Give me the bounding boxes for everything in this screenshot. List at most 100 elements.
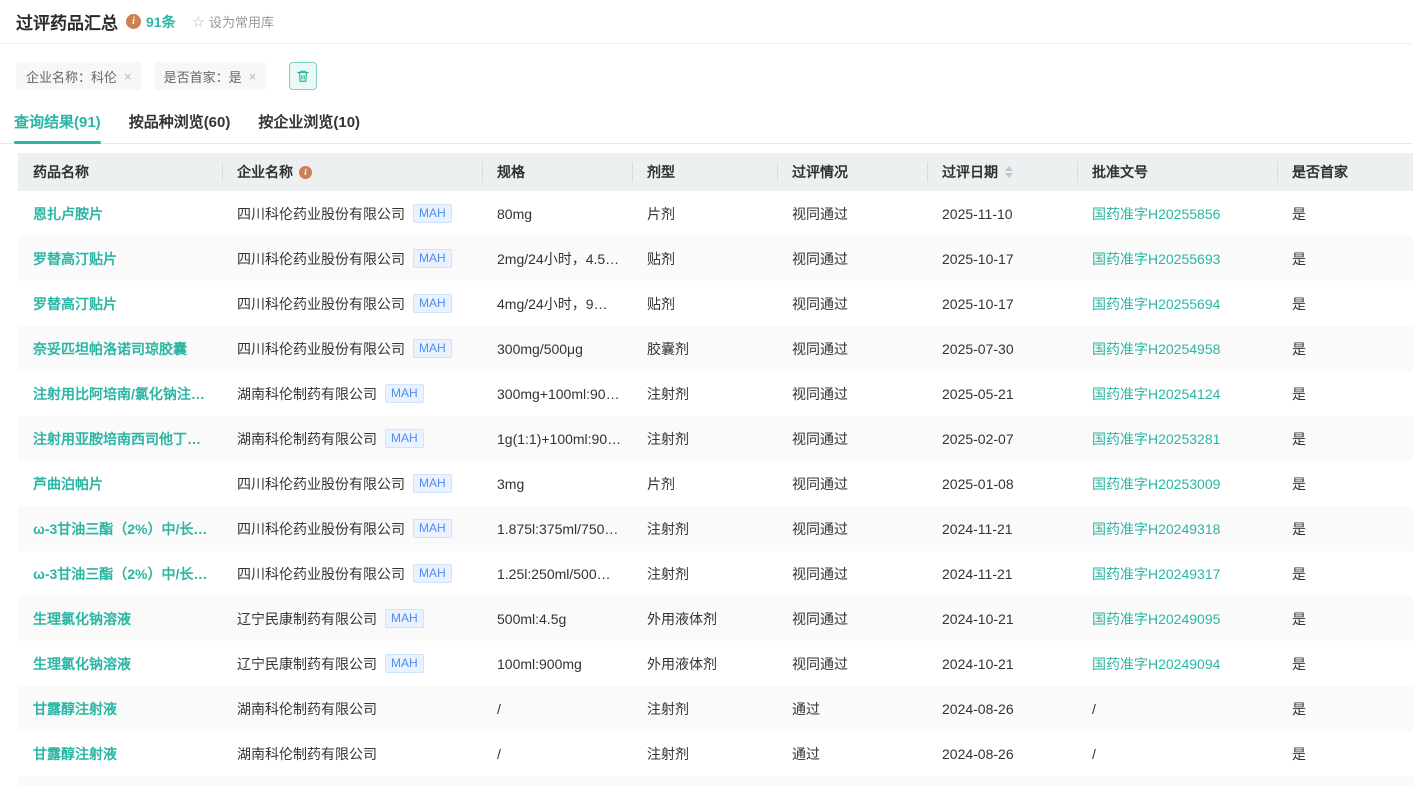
status-cell: 通过 <box>777 731 927 776</box>
date-cell: 2024-10-21 <box>927 641 1077 686</box>
is-first-cell: 是 <box>1277 371 1413 416</box>
drug-name-link[interactable]: 罗替高汀贴片 <box>33 294 117 314</box>
tab-by-variety[interactable]: 按品种浏览(60) <box>129 107 231 143</box>
close-icon[interactable]: × <box>124 69 132 84</box>
is-first-cell: 是 <box>1277 461 1413 506</box>
company-name: 四川科伦药业股份有限公司 <box>237 294 405 314</box>
status-cell: 视同通过 <box>777 236 927 281</box>
drug-name-link[interactable]: 注射用亚胺培南西司他丁… <box>33 429 201 449</box>
filter-tag-label: 企业名称：科伦 <box>26 67 117 86</box>
status-cell: 视同通过 <box>777 371 927 416</box>
approval-number-link[interactable]: 国药准字H20249095 <box>1092 609 1220 629</box>
mah-badge: MAH <box>413 294 452 313</box>
close-icon[interactable]: × <box>249 69 257 84</box>
approval-number-link[interactable]: 国药准字H20255693 <box>1092 249 1220 269</box>
mah-badge: MAH <box>413 519 452 538</box>
drug-name-link[interactable]: 甘露醇注射液 <box>33 744 117 764</box>
spec-cell: 1.25l:250ml/500… <box>482 551 632 596</box>
is-first-cell: 是 <box>1277 281 1413 326</box>
dosage-form-cell: 注射剂 <box>632 731 777 776</box>
table-row: 注射用比阿培南/氯化钠注… 湖南科伦制药有限公司 MAH 300mg+100ml… <box>18 371 1413 416</box>
dosage-form-cell: 胶囊剂 <box>632 326 777 371</box>
mah-badge: MAH <box>413 474 452 493</box>
column-header-drug-name: 药品名称 <box>18 153 222 191</box>
trash-icon <box>296 69 310 83</box>
company-name: 湖南科伦制药有限公司 <box>237 384 377 404</box>
dosage-form-cell: 贴剂 <box>632 281 777 326</box>
company-name: 辽宁民康制药有限公司 <box>237 654 377 674</box>
table-row: ω-3甘油三酯（2%）中/长… 四川科伦药业股份有限公司 MAH 1.25l:2… <box>18 551 1413 596</box>
column-header-spec: 规格 <box>482 153 632 191</box>
company-name: 四川科伦药业股份有限公司 <box>237 519 405 539</box>
title-bar: 过评药品汇总 i 91条 ☆ 设为常用库 <box>0 0 1413 44</box>
column-header-dosage-form: 剂型 <box>632 153 777 191</box>
table-row: 注射用亚胺培南西司他丁… 湖南科伦制药有限公司 MAH 1g(1:1)+100m… <box>18 416 1413 461</box>
drug-name-link[interactable]: 奈妥匹坦帕洛诺司琼胶囊 <box>33 339 187 359</box>
status-cell: 视同通过 <box>777 281 927 326</box>
tab-query-results[interactable]: 查询结果(91) <box>14 107 101 143</box>
approval-number-link[interactable]: 国药准字H20253009 <box>1092 474 1220 494</box>
is-first-cell: 是 <box>1277 191 1413 236</box>
dosage-form-cell: 注射剂 <box>632 371 777 416</box>
partial-next-row <box>18 776 1413 786</box>
dosage-form-cell: 注射剂 <box>632 551 777 596</box>
approval-number-link[interactable]: 国药准字H20255856 <box>1092 204 1220 224</box>
column-header-status: 过评情况 <box>777 153 927 191</box>
drug-name-link[interactable]: 生理氯化钠溶液 <box>33 609 131 629</box>
drug-name-link[interactable]: 生理氯化钠溶液 <box>33 654 131 674</box>
dosage-form-cell: 外用液体剂 <box>632 641 777 686</box>
status-cell: 视同通过 <box>777 461 927 506</box>
info-icon[interactable]: i <box>299 166 312 179</box>
approval-number-link[interactable]: 国药准字H20254958 <box>1092 339 1220 359</box>
column-header-approval-no: 批准文号 <box>1077 153 1277 191</box>
approval-number-link[interactable]: 国药准字H20254124 <box>1092 384 1220 404</box>
drug-name-link[interactable]: 恩扎卢胺片 <box>33 204 103 224</box>
approval-number-link[interactable]: 国药准字H20249094 <box>1092 654 1220 674</box>
is-first-cell: 是 <box>1277 236 1413 281</box>
drug-name-link[interactable]: ω-3甘油三酯（2%）中/长… <box>33 519 207 539</box>
status-cell: 视同通过 <box>777 191 927 236</box>
status-cell: 视同通过 <box>777 416 927 461</box>
dosage-form-cell: 外用液体剂 <box>632 596 777 641</box>
dosage-form-cell: 贴剂 <box>632 236 777 281</box>
drug-name-link[interactable]: 芦曲泊帕片 <box>33 474 103 494</box>
table-row: 甘露醇注射液 湖南科伦制药有限公司 / 注射剂 通过 2024-08-26 / … <box>18 686 1413 731</box>
dosage-form-cell: 片剂 <box>632 191 777 236</box>
date-cell: 2025-05-21 <box>927 371 1077 416</box>
is-first-cell: 是 <box>1277 686 1413 731</box>
status-cell: 视同通过 <box>777 596 927 641</box>
dosage-form-cell: 注射剂 <box>632 416 777 461</box>
table-row: 罗替高汀贴片 四川科伦药业股份有限公司 MAH 2mg/24小时，4.5… 贴剂… <box>18 236 1413 281</box>
sort-icon[interactable] <box>1005 166 1013 178</box>
approval-number-link[interactable]: 国药准字H20253281 <box>1092 429 1220 449</box>
approval-number-link[interactable]: 国药准字H20249317 <box>1092 564 1220 584</box>
set-favorite-button[interactable]: ☆ 设为常用库 <box>192 12 274 31</box>
date-cell: 2025-11-10 <box>927 191 1077 236</box>
drug-name-link[interactable]: ω-3甘油三酯（2%）中/长… <box>33 564 207 584</box>
date-cell: 2025-01-08 <box>927 461 1077 506</box>
tab-by-company[interactable]: 按企业浏览(10) <box>258 107 360 143</box>
is-first-cell: 是 <box>1277 416 1413 461</box>
tab-bar: 查询结果(91) 按品种浏览(60) 按企业浏览(10) <box>0 107 1413 144</box>
mah-badge: MAH <box>385 609 424 628</box>
spec-cell: / <box>482 686 632 731</box>
dosage-form-cell: 注射剂 <box>632 506 777 551</box>
date-cell: 2025-02-07 <box>927 416 1077 461</box>
column-header-date[interactable]: 过评日期 <box>927 153 1077 191</box>
drug-name-link[interactable]: 罗替高汀贴片 <box>33 249 117 269</box>
clear-filters-button[interactable] <box>289 62 317 90</box>
drug-name-link[interactable]: 甘露醇注射液 <box>33 699 117 719</box>
company-name: 四川科伦药业股份有限公司 <box>237 474 405 494</box>
table-header-row: 药品名称 企业名称 i 规格 剂型 过评情况 过评日期 批准文 <box>18 153 1413 191</box>
date-cell: 2024-10-21 <box>927 596 1077 641</box>
drug-name-link[interactable]: 注射用比阿培南/氯化钠注… <box>33 384 205 404</box>
approval-number-link[interactable]: 国药准字H20249318 <box>1092 519 1220 539</box>
table-row: ω-3甘油三酯（2%）中/长… 四川科伦药业股份有限公司 MAH 1.875l:… <box>18 506 1413 551</box>
dosage-form-cell: 注射剂 <box>632 686 777 731</box>
company-name: 辽宁民康制药有限公司 <box>237 609 377 629</box>
approval-number-link[interactable]: 国药准字H20255694 <box>1092 294 1220 314</box>
date-cell: 2024-08-26 <box>927 686 1077 731</box>
is-first-cell: 是 <box>1277 731 1413 776</box>
filter-tag-company: 企业名称：科伦 × <box>16 62 142 90</box>
info-icon[interactable]: i <box>126 14 141 29</box>
